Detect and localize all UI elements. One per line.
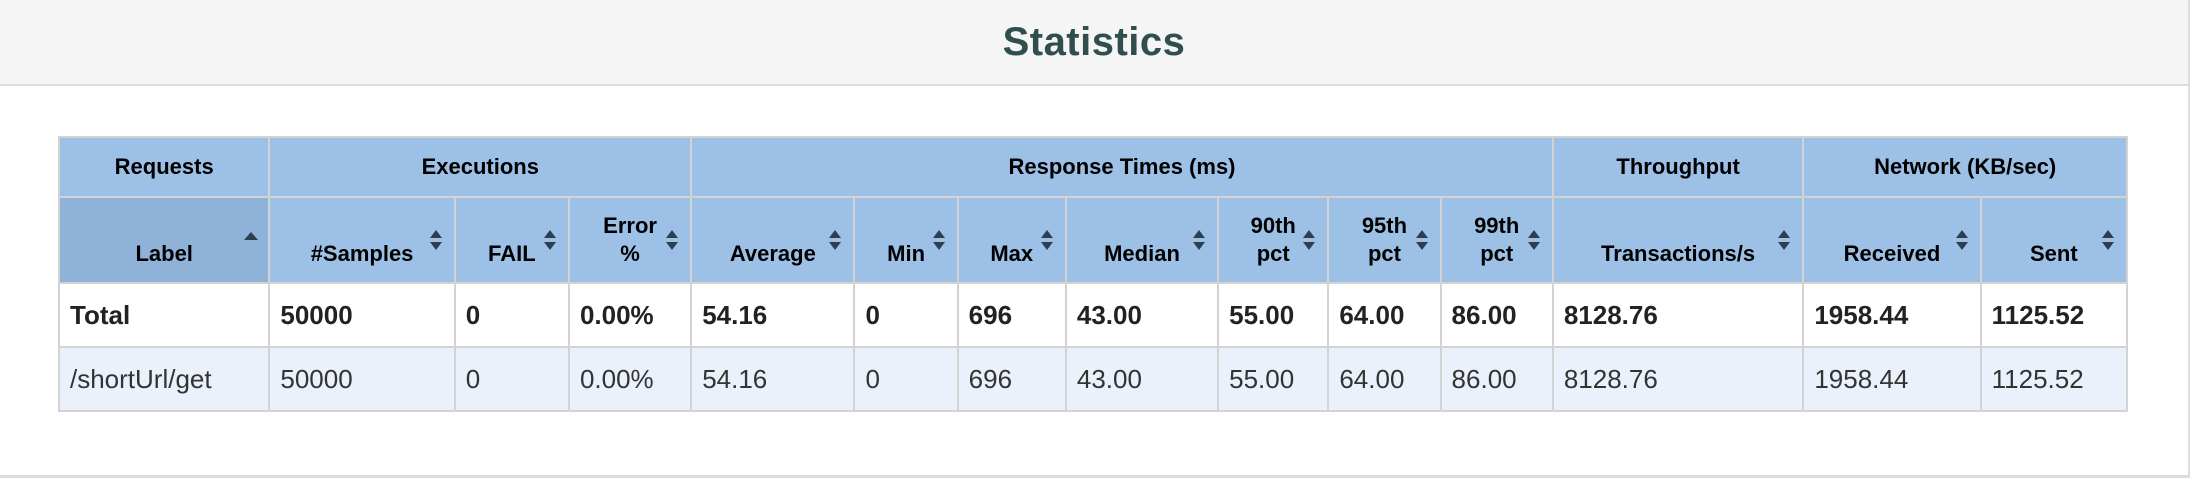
column-header-received[interactable]: Received: [1802, 196, 1982, 284]
sort-both-icon: [429, 230, 442, 250]
cell-99th-pct: 86.00: [1439, 346, 1554, 412]
total-cell-fail: 0: [453, 282, 570, 348]
group-header-response-times: Response Times (ms): [690, 136, 1554, 198]
sort-both-icon: [1955, 230, 1968, 250]
column-header-99th-pct[interactable]: 99th pct: [1439, 196, 1554, 284]
sort-both-icon: [2102, 230, 2114, 250]
column-header-95th-pct[interactable]: 95th pct: [1327, 196, 1442, 284]
total-cell-95th-pct: 64.00: [1327, 282, 1442, 348]
column-header-text: Label: [135, 241, 193, 266]
column-header-text: FAIL: [488, 241, 536, 266]
sort-both-icon: [932, 230, 945, 250]
column-header-median[interactable]: Median: [1064, 196, 1220, 284]
total-row: Total 50000 0 0.00% 54.16 0 696 43.00 55…: [57, 282, 2129, 348]
column-header-text: Average: [729, 241, 816, 266]
sort-both-icon: [1040, 230, 1053, 250]
total-cell-sent: 1125.52: [1979, 282, 2129, 348]
total-cell-label: Total: [57, 282, 271, 348]
cell-samples: 50000: [268, 346, 456, 412]
sort-both-icon: [1415, 230, 1428, 250]
cell-95th-pct: 64.00: [1327, 346, 1442, 412]
column-header-text: Median: [1104, 241, 1180, 266]
column-header-average[interactable]: Average: [690, 196, 856, 284]
group-header-executions: Executions: [268, 136, 693, 198]
sort-both-icon: [829, 230, 842, 250]
sort-both-icon: [543, 230, 556, 250]
total-cell-samples: 50000: [268, 282, 456, 348]
column-header-text: Min: [887, 241, 926, 266]
column-header-text: Sent: [2029, 241, 2078, 266]
sort-both-icon: [666, 230, 679, 250]
sort-both-icon: [1303, 230, 1316, 250]
table-row: /shortUrl/get 50000 0 0.00% 54.16 0 696 …: [57, 346, 2129, 412]
cell-median: 43.00: [1064, 346, 1220, 412]
column-header-text: Error%: [603, 213, 657, 266]
column-header-text: Transactions/s: [1601, 241, 1756, 266]
statistics-panel: Statistics Requests Executions Response …: [0, 0, 2190, 478]
group-header-throughput: Throughput: [1551, 136, 1805, 198]
group-header-row: Requests Executions Response Times (ms) …: [57, 136, 2128, 198]
total-cell-received: 1958.44: [1802, 282, 1982, 348]
column-header-text: Max: [990, 241, 1034, 266]
cell-min: 0: [853, 346, 959, 412]
column-header-row: Label #Samples FAIL Error% Average Min M…: [57, 196, 2129, 284]
cell-average: 54.16: [690, 346, 856, 412]
cell-label: /shortUrl/get: [57, 346, 271, 412]
statistics-table: Requests Executions Response Times (ms) …: [57, 136, 2129, 412]
column-header-text: Received: [1843, 241, 1941, 266]
sort-both-icon: [1778, 230, 1791, 250]
total-cell-error-pct: 0.00%: [567, 282, 693, 348]
column-header-text: #Samples: [310, 241, 414, 266]
sort-ascending-icon: [244, 232, 259, 240]
column-header-text: 90th pct: [1250, 213, 1296, 266]
group-header-network: Network (KB/sec): [1802, 136, 2128, 198]
total-cell-max: 696: [956, 282, 1067, 348]
column-header-transactions[interactable]: Transactions/s: [1551, 196, 1805, 284]
total-cell-99th-pct: 86.00: [1439, 282, 1554, 348]
total-cell-median: 43.00: [1064, 282, 1220, 348]
cell-sent: 1125.52: [1979, 346, 2129, 412]
panel-heading: Statistics: [0, 0, 2188, 86]
panel-title: Statistics: [1002, 19, 1186, 64]
sort-both-icon: [1527, 230, 1540, 250]
column-header-label[interactable]: Label: [57, 196, 271, 284]
column-header-samples[interactable]: #Samples: [268, 196, 456, 284]
column-header-error-pct[interactable]: Error%: [567, 196, 693, 284]
column-header-min[interactable]: Min: [853, 196, 959, 284]
column-header-90th-pct[interactable]: 90th pct: [1217, 196, 1330, 284]
column-header-text: 95th pct: [1361, 213, 1408, 266]
cell-error-pct: 0.00%: [567, 346, 693, 412]
column-header-text: 99th pct: [1474, 213, 1520, 266]
cell-90th-pct: 55.00: [1217, 346, 1330, 412]
sort-both-icon: [1193, 230, 1206, 250]
total-cell-transactions: 8128.76: [1551, 282, 1805, 348]
total-cell-90th-pct: 55.00: [1217, 282, 1330, 348]
column-header-sent[interactable]: Sent: [1979, 196, 2129, 284]
cell-max: 696: [956, 346, 1067, 412]
column-header-max[interactable]: Max: [956, 196, 1067, 284]
column-header-fail[interactable]: FAIL: [453, 196, 570, 284]
total-cell-min: 0: [853, 282, 959, 348]
group-header-requests: Requests: [57, 136, 271, 198]
cell-fail: 0: [453, 346, 570, 412]
total-cell-average: 54.16: [690, 282, 856, 348]
cell-received: 1958.44: [1802, 346, 1982, 412]
cell-transactions: 8128.76: [1551, 346, 1805, 412]
